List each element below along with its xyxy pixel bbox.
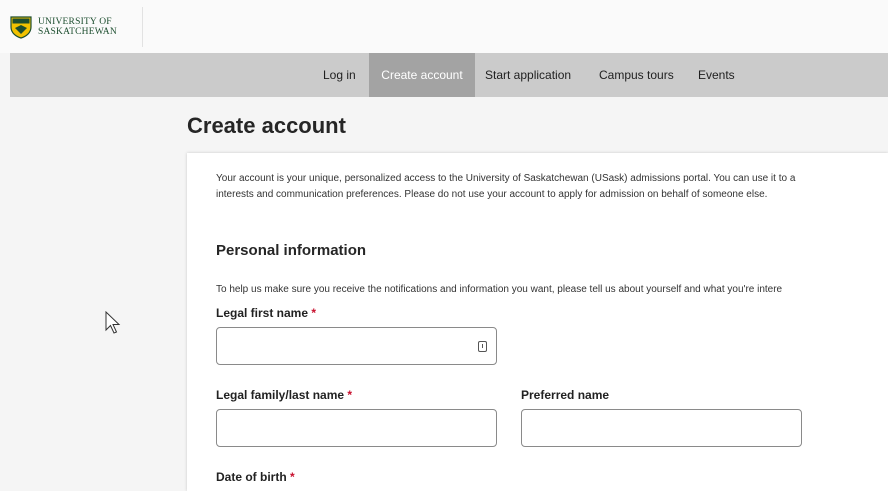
logo-line-2: SASKATCHEWAN: [38, 27, 117, 37]
page-title: Create account: [187, 113, 346, 138]
top-bar: UNIVERSITY OF SASKATCHEWAN: [0, 0, 888, 53]
last-name-label-text: Legal family/last name: [216, 388, 345, 402]
personal-info-heading: Personal information: [216, 242, 367, 259]
nav-create-account[interactable]: Create account: [369, 53, 475, 97]
intro-line-1: Your account is your unique, personalize…: [216, 173, 796, 184]
required-marker: *: [290, 470, 295, 484]
logo-text: UNIVERSITY OF SASKATCHEWAN: [38, 17, 117, 37]
main-nav: Log in Create account Start application …: [10, 53, 888, 97]
required-marker: *: [311, 306, 317, 320]
form-card: Your account is your unique, personalize…: [187, 153, 888, 491]
usask-shield-icon: [10, 16, 32, 39]
autofill-icon[interactable]: [478, 341, 487, 352]
nav-events[interactable]: Events: [698, 53, 735, 97]
intro-text: Your account is your unique, personalize…: [216, 171, 888, 203]
first-name-label: Legal first name *: [216, 306, 316, 320]
logo-line-1: UNIVERSITY OF: [38, 17, 112, 27]
first-name-input[interactable]: [216, 327, 497, 365]
nav-start-application[interactable]: Start application: [485, 53, 571, 97]
personal-info-description: To help us make sure you receive the not…: [216, 284, 783, 295]
last-name-label: Legal family/last name *: [216, 388, 352, 402]
preferred-name-label: Preferred name: [521, 388, 610, 402]
mouse-pointer-icon: [105, 311, 121, 334]
nav-campus-tours[interactable]: Campus tours: [599, 53, 674, 97]
preferred-name-input[interactable]: [521, 409, 802, 447]
required-marker: *: [347, 388, 353, 402]
last-name-input[interactable]: [216, 409, 497, 447]
dob-label: Date of birth *: [216, 470, 295, 484]
intro-line-2: interests and communication preferences.…: [216, 189, 768, 200]
nav-log-in[interactable]: Log in: [323, 53, 356, 97]
university-logo[interactable]: UNIVERSITY OF SASKATCHEWAN: [0, 7, 143, 47]
first-name-label-text: Legal first name: [216, 306, 309, 320]
dob-label-text: Date of birth: [216, 470, 287, 484]
